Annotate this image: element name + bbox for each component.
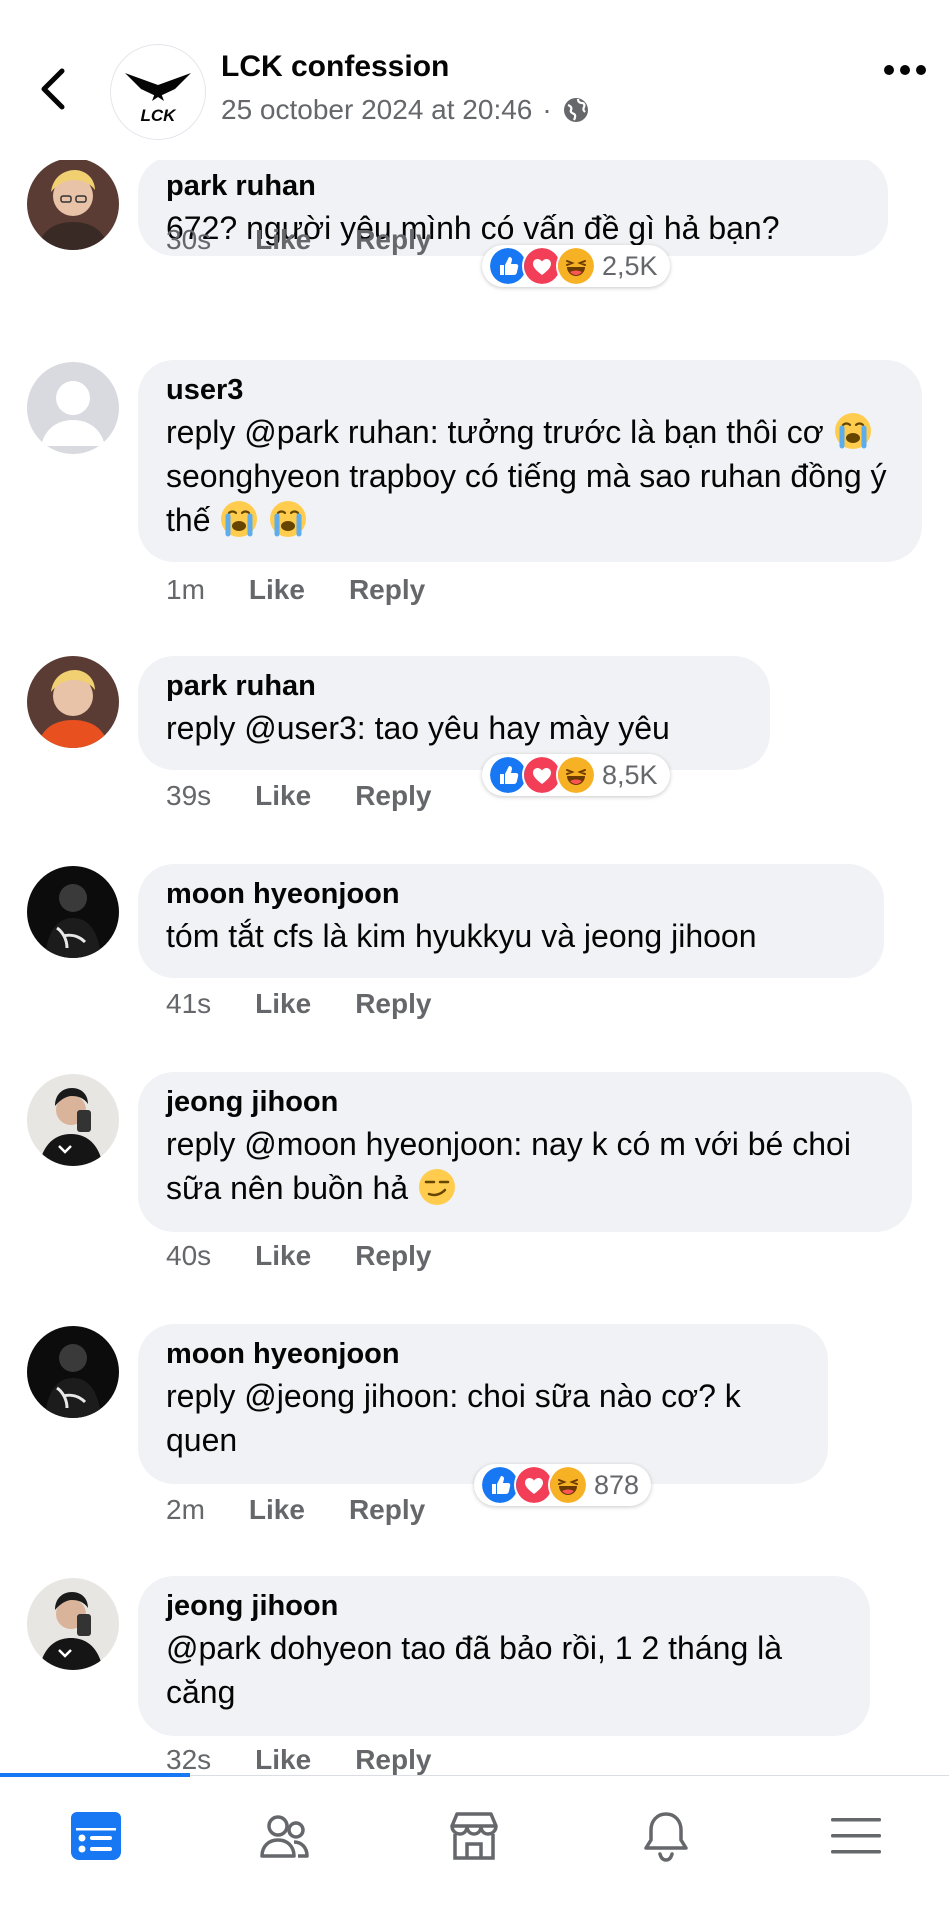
- loudly-crying-face-icon: [833, 411, 873, 451]
- comment-time: 30s: [166, 224, 212, 255]
- comment-text-part: reply @moon hyeonjoon: nay k có m với bé…: [166, 1126, 851, 1206]
- comment-actions: 2m Like Reply: [166, 1494, 469, 1526]
- friends-icon[interactable]: [254, 1806, 314, 1866]
- like-button[interactable]: Like: [255, 988, 311, 1020]
- comment-text-part: reply @park ruhan: tưởng trước là bạn th…: [166, 414, 824, 450]
- comment-text: reply @jeong jihoon: choi sữa nào cơ? k …: [166, 1378, 741, 1458]
- comment-actions: 32s Like Reply: [166, 1744, 475, 1775]
- avatar[interactable]: [27, 866, 119, 958]
- more-options-button[interactable]: [884, 60, 926, 80]
- like-button[interactable]: Like: [249, 1494, 305, 1526]
- meta-separator: ·: [542, 94, 552, 125]
- comment-actions: 40s Like Reply: [166, 1240, 475, 1272]
- comment-author[interactable]: jeong jihoon: [166, 1586, 842, 1626]
- comment-text: tóm tắt cfs là kim hyukkyu và jeong jiho…: [166, 918, 757, 954]
- comment-author[interactable]: park ruhan: [166, 666, 742, 706]
- logo-text: LCK: [141, 106, 178, 125]
- comment-text: @park dohyeon tao đã bảo rồi, 1 2 tháng …: [166, 1630, 783, 1710]
- post-timestamp[interactable]: 25 october 2024 at 20:46: [221, 94, 532, 126]
- smirking-face-icon: [417, 1167, 457, 1207]
- more-dot-icon: [900, 65, 910, 75]
- page-avatar[interactable]: LCK: [110, 44, 206, 140]
- avatar[interactable]: [27, 1578, 119, 1670]
- loudly-crying-face-icon: [268, 499, 308, 539]
- lck-logo: LCK: [125, 73, 191, 125]
- avatar[interactable]: [27, 1074, 119, 1166]
- reply-button[interactable]: Reply: [355, 1240, 431, 1272]
- comment-text: reply @moon hyeonjoon: nay k có m với bé…: [166, 1122, 884, 1210]
- haha-reaction-icon: [548, 1465, 588, 1505]
- comment-author[interactable]: jeong jihoon: [166, 1082, 884, 1122]
- comment-time: 39s: [166, 780, 212, 811]
- comment-actions: 41s Like Reply: [166, 988, 475, 1020]
- menu-icon[interactable]: [826, 1806, 886, 1866]
- comment-time: 32s: [166, 1744, 212, 1775]
- comment-author[interactable]: moon hyeonjoon: [166, 1334, 800, 1374]
- comment-bubble[interactable]: jeong jihoon reply @moon hyeonjoon: nay …: [138, 1072, 912, 1232]
- reply-button[interactable]: Reply: [355, 988, 431, 1020]
- feed-icon[interactable]: [66, 1806, 126, 1866]
- reaction-count: 878: [594, 1469, 640, 1500]
- reaction-count: 2,5K: [602, 250, 658, 281]
- reply-button[interactable]: Reply: [355, 780, 431, 812]
- comment-time: 1m: [166, 574, 205, 605]
- comment-author[interactable]: moon hyeonjoon: [166, 874, 856, 914]
- reaction-summary[interactable]: 878: [474, 1464, 652, 1506]
- avatar[interactable]: [27, 362, 119, 454]
- avatar[interactable]: [27, 656, 119, 748]
- page-name[interactable]: LCK confession: [221, 50, 449, 84]
- comment-time: 40s: [166, 1240, 212, 1271]
- avatar[interactable]: [27, 160, 119, 250]
- like-button[interactable]: Like: [249, 574, 305, 606]
- comment-author[interactable]: park ruhan: [166, 166, 860, 206]
- marketplace-icon[interactable]: [444, 1806, 504, 1866]
- reaction-summary[interactable]: 2,5K: [482, 245, 670, 287]
- comment-bubble[interactable]: jeong jihoon @park dohyeon tao đã bảo rồ…: [138, 1576, 870, 1736]
- reply-button[interactable]: Reply: [355, 1744, 431, 1775]
- post-meta: 25 october 2024 at 20:46 ·: [221, 94, 590, 126]
- comment-time: 41s: [166, 988, 212, 1019]
- like-button[interactable]: Like: [255, 1240, 311, 1272]
- reply-button[interactable]: Reply: [355, 224, 431, 256]
- globe-icon: [563, 98, 588, 122]
- like-button[interactable]: Like: [255, 1744, 311, 1775]
- post-header: LCK LCK confession 25 october 2024 at 20…: [0, 0, 949, 160]
- more-dot-icon: [916, 65, 926, 75]
- comment-text: reply @park ruhan: tưởng trước là bạn th…: [166, 410, 894, 542]
- comment-bubble[interactable]: moon hyeonjoon reply @jeong jihoon: choi…: [138, 1324, 828, 1484]
- comment-time: 2m: [166, 1494, 205, 1525]
- comment-text: reply @user3: tao yêu hay mày yêu: [166, 710, 670, 746]
- comment-actions: 1m Like Reply: [166, 574, 469, 606]
- avatar[interactable]: [27, 1326, 119, 1418]
- notifications-icon[interactable]: [636, 1806, 696, 1866]
- like-button[interactable]: Like: [255, 224, 311, 256]
- comment-bubble[interactable]: user3 reply @park ruhan: tưởng trước là …: [138, 360, 922, 562]
- bottom-nav: [0, 1773, 949, 1921]
- comment-list: park ruhan 672? người yêu mình có vấn đề…: [0, 160, 949, 1775]
- reply-button[interactable]: Reply: [349, 574, 425, 606]
- reaction-summary[interactable]: 8,5K: [482, 754, 670, 796]
- comment-actions: 39s Like Reply: [166, 780, 475, 812]
- loudly-crying-face-icon: [219, 499, 259, 539]
- back-arrow-icon[interactable]: [36, 66, 72, 112]
- comment-bubble[interactable]: park ruhan reply @user3: tao yêu hay mày…: [138, 656, 770, 770]
- active-tab-indicator: [0, 1773, 190, 1777]
- comment-author[interactable]: user3: [166, 370, 894, 410]
- more-dot-icon: [884, 65, 894, 75]
- haha-reaction-icon: [556, 246, 596, 286]
- reaction-count: 8,5K: [602, 759, 658, 790]
- comment-actions: 30s Like Reply: [166, 224, 475, 256]
- reply-button[interactable]: Reply: [349, 1494, 425, 1526]
- haha-reaction-icon: [556, 755, 596, 795]
- like-button[interactable]: Like: [255, 780, 311, 812]
- comment-bubble[interactable]: moon hyeonjoon tóm tắt cfs là kim hyukky…: [138, 864, 884, 978]
